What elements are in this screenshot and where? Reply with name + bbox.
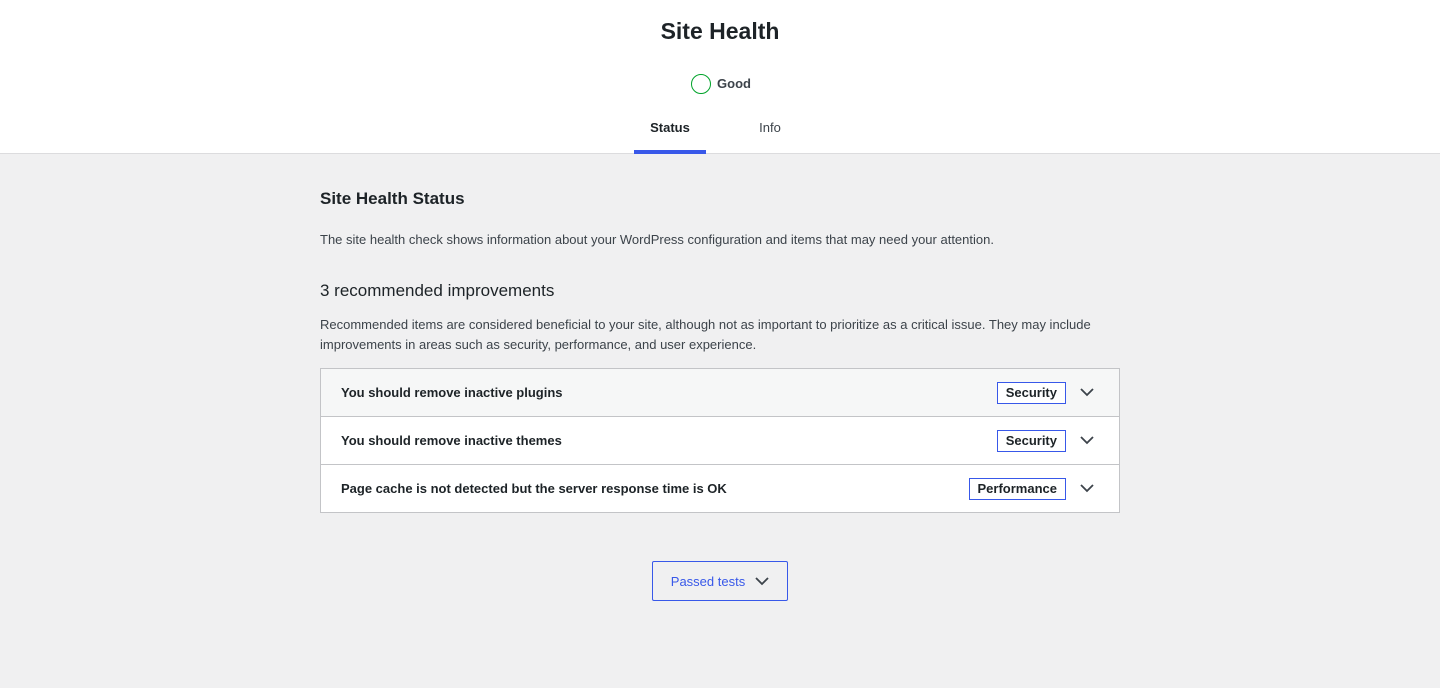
passed-tests-wrapper: Passed tests (320, 561, 1120, 601)
issue-title: Page cache is not detected but the serve… (341, 480, 727, 496)
tab-status[interactable]: Status (634, 112, 706, 154)
issue-title: You should remove inactive plugins (341, 384, 563, 400)
chevron-down-icon[interactable] (1080, 386, 1094, 400)
issue-item-page-cache[interactable]: Page cache is not detected but the serve… (321, 464, 1119, 512)
health-indicator: Good (0, 74, 1440, 94)
issue-badge-security: Security (996, 429, 1066, 452)
page-title: Site Health (660, 18, 780, 44)
chevron-down-icon[interactable] (1080, 434, 1094, 448)
issue-badge-performance: Performance (968, 477, 1066, 500)
status-section-title: Site Health Status (320, 189, 465, 208)
health-progress-ring-icon (691, 74, 712, 94)
health-status-label: Good (717, 76, 751, 91)
issue-item-inactive-plugins[interactable]: You should remove inactive plugins Secur… (321, 369, 1119, 416)
improvements-heading: 3 recommended improvements (320, 281, 555, 300)
main-content: Site Health Status The site health check… (320, 154, 1120, 601)
issue-item-inactive-themes[interactable]: You should remove inactive themes Securi… (321, 416, 1119, 464)
tab-bar: Status Info (0, 112, 1440, 154)
improvements-description: Recommended items are considered benefic… (320, 317, 1091, 352)
passed-tests-button[interactable]: Passed tests (652, 561, 788, 601)
tab-info[interactable]: Info (734, 112, 806, 154)
status-description: The site health check shows information … (320, 232, 994, 247)
issue-badge-security: Security (996, 381, 1066, 404)
issues-accordion: You should remove inactive plugins Secur… (320, 368, 1120, 513)
chevron-down-icon[interactable] (1080, 482, 1094, 496)
page-header: Site Health Good Status Info (0, 0, 1440, 154)
issue-title: You should remove inactive themes (341, 432, 562, 448)
chevron-down-icon (755, 576, 769, 586)
passed-tests-label: Passed tests (670, 573, 746, 589)
